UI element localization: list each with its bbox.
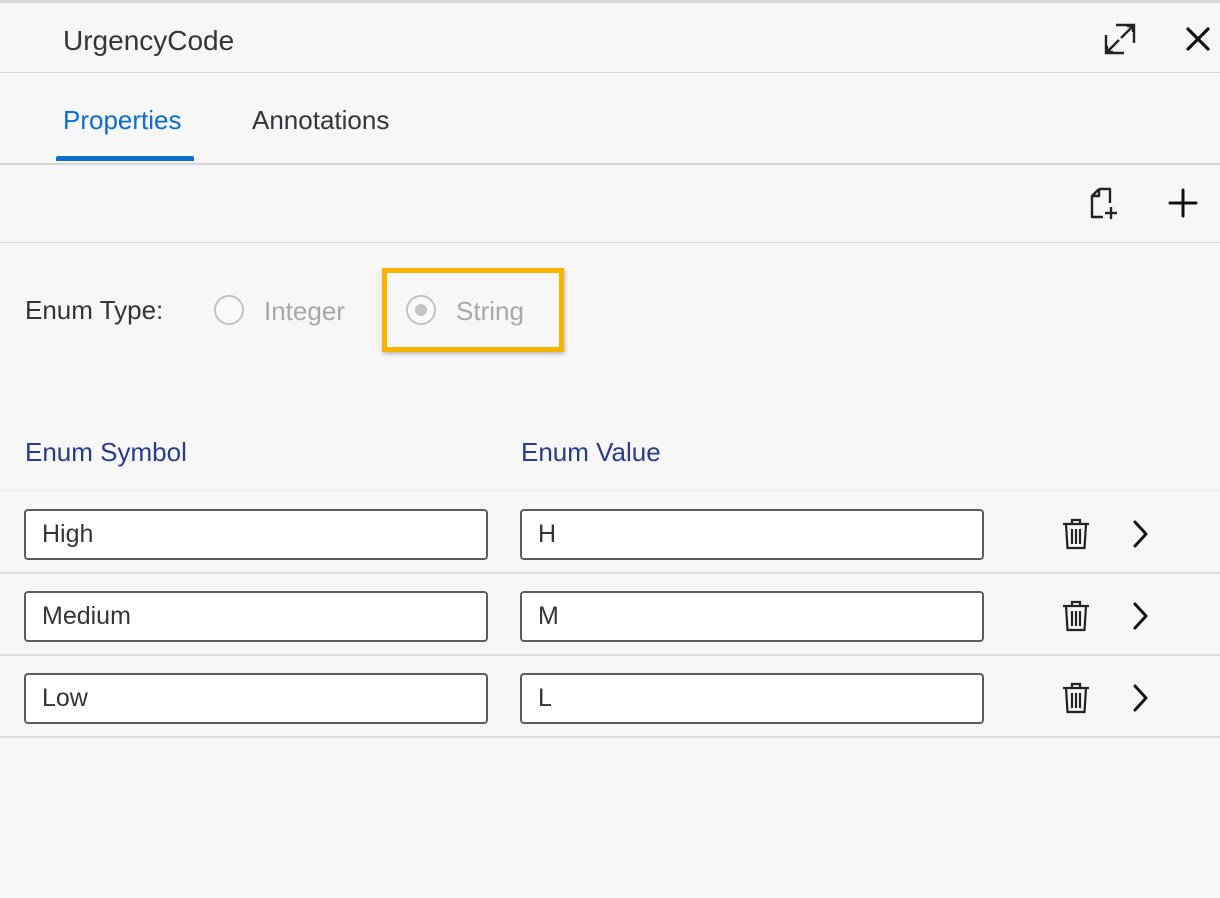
table-row <box>0 492 1220 574</box>
enum-value-input[interactable] <box>520 673 984 724</box>
tab-properties[interactable]: Properties <box>63 103 182 137</box>
copy-add-icon <box>1090 187 1117 219</box>
radio-integer[interactable] <box>214 295 244 325</box>
column-header-enum-value: Enum Value <box>521 437 661 467</box>
add-row-button[interactable] <box>1163 183 1203 223</box>
delete-row-button[interactable] <box>1056 596 1096 636</box>
enum-value-input[interactable] <box>520 509 984 560</box>
chevron-right-icon <box>1133 602 1148 630</box>
enum-symbol-input[interactable] <box>24 673 488 724</box>
highlight-box <box>382 268 564 352</box>
expand-button[interactable] <box>1100 19 1140 59</box>
close-button[interactable] <box>1178 19 1218 59</box>
enum-editor-panel: UrgencyCode Properties Annotations Enum … <box>0 0 1220 898</box>
enum-type-label: Enum Type: <box>25 295 164 325</box>
table-row <box>0 656 1220 738</box>
tab-bar: Properties Annotations <box>0 74 1220 165</box>
trash-icon <box>1063 518 1089 550</box>
header-divider <box>0 490 1220 491</box>
expand-icon <box>1104 23 1136 55</box>
delete-row-button[interactable] <box>1056 678 1096 718</box>
table-toolbar <box>0 165 1220 243</box>
enum-symbol-input[interactable] <box>24 509 488 560</box>
enum-symbol-input[interactable] <box>24 591 488 642</box>
delete-row-button[interactable] <box>1056 514 1096 554</box>
tab-annotations[interactable]: Annotations <box>252 103 389 137</box>
table-row <box>0 574 1220 656</box>
row-detail-button[interactable] <box>1120 514 1160 554</box>
panel-header: UrgencyCode <box>0 3 1220 73</box>
row-detail-button[interactable] <box>1120 678 1160 718</box>
trash-icon <box>1063 600 1089 632</box>
panel-title: UrgencyCode <box>63 25 235 56</box>
trash-icon <box>1063 682 1089 714</box>
active-tab-indicator <box>56 156 194 161</box>
chevron-right-icon <box>1133 684 1148 712</box>
close-icon <box>1186 27 1210 51</box>
chevron-right-icon <box>1133 520 1148 548</box>
enum-value-input[interactable] <box>520 591 984 642</box>
plus-icon <box>1168 188 1198 218</box>
copy-add-button[interactable] <box>1083 183 1123 223</box>
radio-integer-label: Integer <box>264 296 345 326</box>
column-header-enum-symbol: Enum Symbol <box>25 437 187 467</box>
row-detail-button[interactable] <box>1120 596 1160 636</box>
